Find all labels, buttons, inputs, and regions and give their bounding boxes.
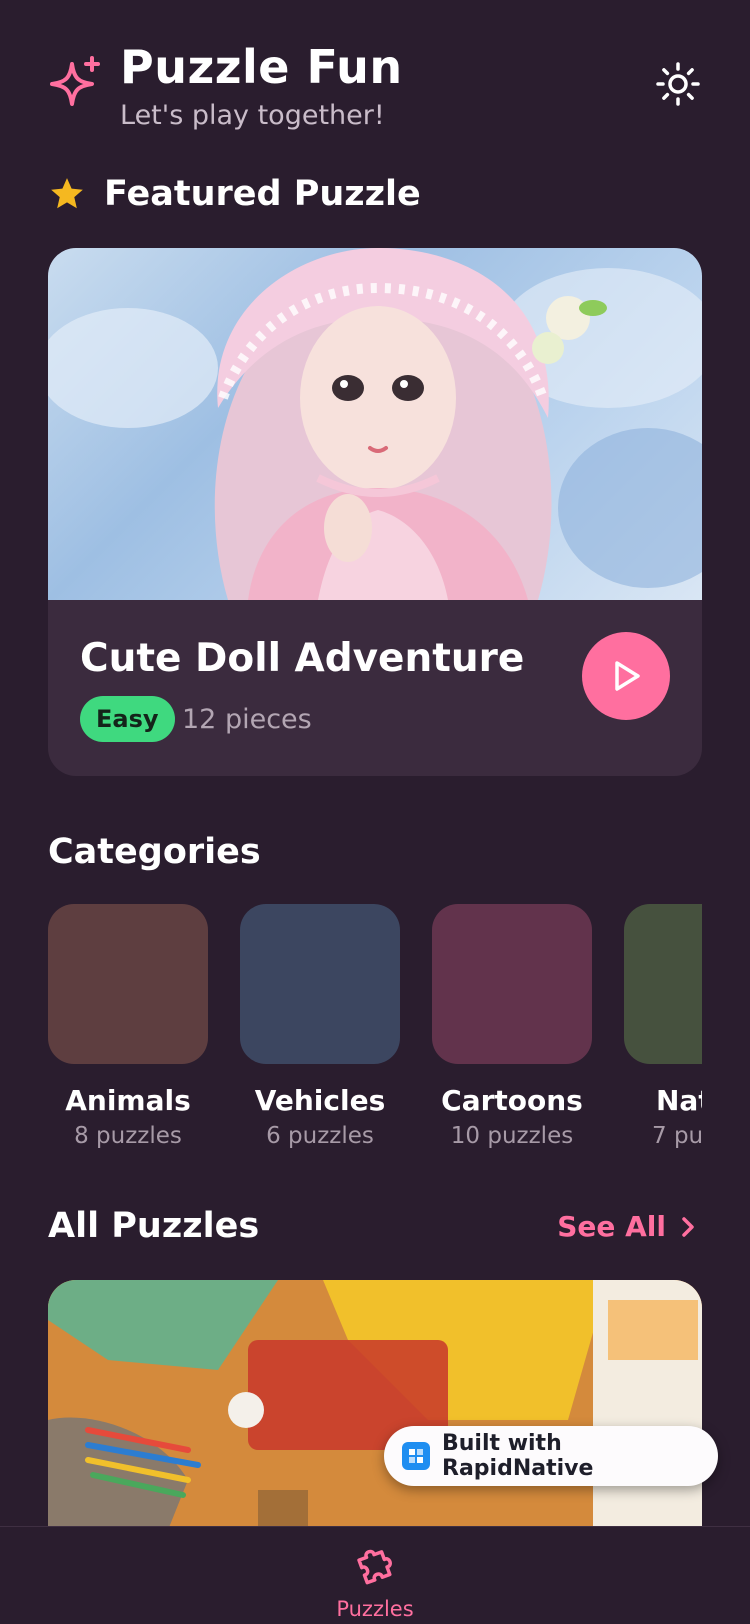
puzzle-card[interactable] [48, 1280, 702, 1530]
play-icon [615, 661, 640, 691]
theme-toggle-button[interactable] [654, 60, 702, 108]
difficulty-badge: Easy [80, 696, 175, 742]
chevron-right-icon [682, 1216, 694, 1237]
category-name: Animals [65, 1084, 191, 1117]
puzzle-piece-icon [357, 1549, 392, 1585]
featured-section-title: Featured Puzzle [48, 174, 421, 214]
categories-section-title: Categories [48, 832, 261, 872]
featured-puzzle-image [48, 248, 702, 600]
sparkle-icon [50, 56, 100, 106]
play-button[interactable] [582, 632, 670, 720]
category-name: Cartoons [441, 1084, 583, 1117]
featured-title-label: Featured Puzzle [104, 174, 421, 214]
rapidnative-badge[interactable]: Built with RapidNative [384, 1426, 718, 1486]
category-tile [240, 904, 400, 1064]
tab-puzzles[interactable]: Puzzles [325, 1541, 425, 1621]
category-item-animals[interactable]: Animals 8 puzzles [48, 904, 208, 1149]
category-tile [624, 904, 702, 1064]
categories-carousel[interactable]: Animals 8 puzzles Vehicles 6 puzzles Car… [48, 904, 702, 1154]
rapidnative-logo-icon [402, 1442, 430, 1470]
see-all-label: See All [557, 1210, 666, 1243]
featured-puzzle-card[interactable]: Cute Doll Adventure Easy 12 pieces [48, 248, 702, 776]
app-subtitle: Let's play together! [120, 100, 385, 131]
see-all-link[interactable]: See All [557, 1210, 696, 1243]
puzzle-card-image [48, 1280, 702, 1530]
featured-puzzle-name: Cute Doll Adventure [80, 636, 525, 681]
all-puzzles-section-title: All Puzzles [48, 1206, 260, 1246]
sun-icon [656, 62, 700, 106]
category-count: 8 puzzles [74, 1123, 182, 1149]
star-icon [51, 178, 83, 209]
category-count: 6 puzzles [266, 1123, 374, 1149]
pieces-count: 12 pieces [182, 704, 312, 735]
category-tile [432, 904, 592, 1064]
category-item-cartoons[interactable]: Cartoons 10 puzzles [432, 904, 592, 1149]
app-title: Puzzle Fun [120, 40, 403, 94]
category-item-nature[interactable]: Nat 7 pu [624, 904, 702, 1149]
category-count: 7 pu [652, 1123, 702, 1149]
category-name: Vehicles [254, 1084, 386, 1117]
bottom-tab-bar: Puzzles [0, 1526, 750, 1624]
category-count: 10 puzzles [450, 1123, 574, 1149]
category-item-vehicles[interactable]: Vehicles 6 puzzles [240, 904, 400, 1149]
rapidnative-label: Built with RapidNative [442, 1431, 594, 1481]
featured-puzzle-info: Cute Doll Adventure Easy 12 pieces [48, 600, 702, 776]
app-header: Puzzle Fun Let's play together! [48, 38, 702, 138]
category-tile [48, 904, 208, 1064]
category-name: Nat [656, 1084, 702, 1117]
tab-puzzles-label: Puzzles [336, 1597, 414, 1621]
